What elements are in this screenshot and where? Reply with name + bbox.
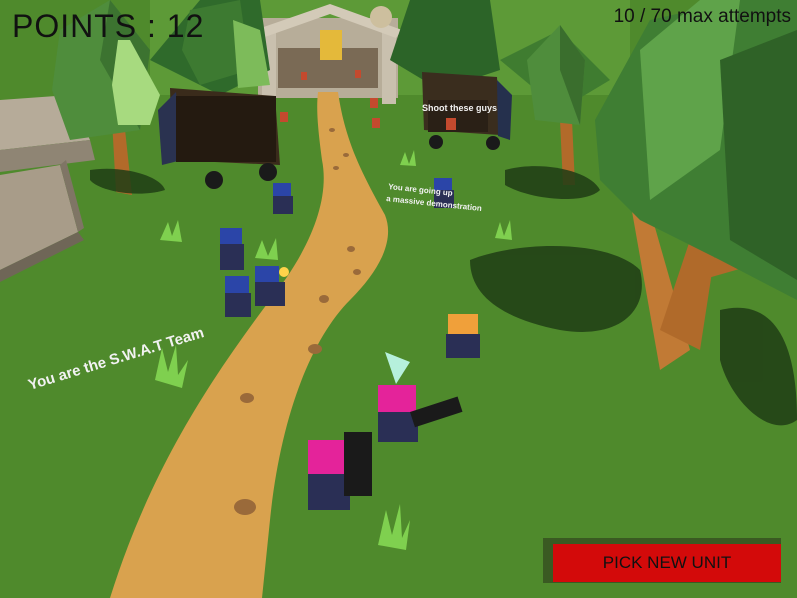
shoot-guys-label: Shoot these guys: [422, 103, 497, 113]
attempts-counter: 10 / 70 max attempts: [613, 6, 791, 27]
swat-soldier[interactable]: [220, 228, 244, 270]
pick-new-unit-button[interactable]: PICK NEW UNIT: [553, 544, 781, 582]
pick-unit-panel: PICK NEW UNIT: [543, 538, 781, 583]
swat-soldier[interactable]: [225, 276, 251, 317]
points-counter: POINTS : 12: [12, 8, 205, 44]
swat-soldier[interactable]: [255, 266, 289, 306]
orange-unit[interactable]: [446, 314, 480, 358]
game-scene[interactable]: You are the S.W.A.T Team Shoot these guy…: [0, 0, 797, 598]
swat-soldier[interactable]: [273, 183, 293, 214]
